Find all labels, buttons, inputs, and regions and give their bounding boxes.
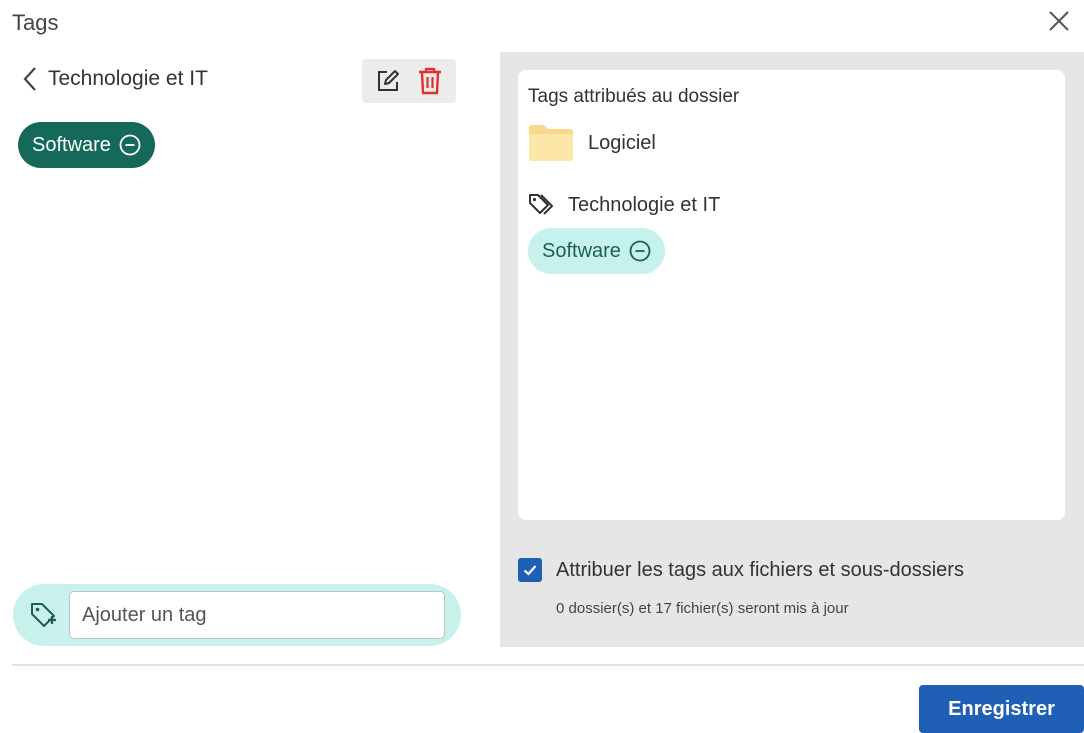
tag-plus-icon <box>31 603 56 627</box>
tag-chip-label: Software <box>542 239 621 262</box>
folder-icon <box>529 125 573 161</box>
apply-subitems-label: Attribuer les tags aux fichiers et sous-… <box>556 558 964 581</box>
edit-icon <box>378 70 399 91</box>
delete-button[interactable] <box>414 65 446 97</box>
close-icon <box>1049 11 1069 31</box>
add-tag-input[interactable] <box>69 591 445 639</box>
apply-subitems-row: Attribuer les tags aux fichiers et sous-… <box>518 558 964 582</box>
back-button[interactable]: Technologie et IT <box>22 66 208 92</box>
folder-name: Logiciel <box>588 131 656 154</box>
tag-category-pane: Technologie et IT Software <box>0 52 480 647</box>
save-button[interactable]: Enregistrer <box>919 685 1084 733</box>
chevron-left-icon <box>23 67 36 91</box>
category-name: Technologie et IT <box>568 193 721 216</box>
assigned-tag-chip-software[interactable]: Software <box>528 228 665 274</box>
dialog-title: Tags <box>12 10 59 35</box>
add-tag-button[interactable] <box>25 597 61 633</box>
folder-row: Logiciel <box>528 124 1055 162</box>
assigned-tags-card: Tags attribués au dossier Logiciel Techn… <box>518 70 1065 520</box>
update-count-note: 0 dossier(s) et 17 fichier(s) seront mis… <box>556 600 849 617</box>
close-button[interactable] <box>1046 8 1072 34</box>
apply-subitems-checkbox[interactable] <box>518 558 542 582</box>
footer-divider <box>12 664 1084 666</box>
category-actions <box>362 59 456 103</box>
category-title: Technologie et IT <box>48 67 208 90</box>
category-row: Technologie et IT <box>528 192 1055 218</box>
checkmark-icon <box>523 565 537 576</box>
tag-chip-label: Software <box>32 133 111 156</box>
trash-icon <box>419 67 441 95</box>
minus-circle-icon[interactable] <box>119 134 141 156</box>
tag-chip-software[interactable]: Software <box>18 122 155 168</box>
assigned-tags-pane: Tags attribués au dossier Logiciel Techn… <box>500 52 1084 647</box>
card-title: Tags attribués au dossier <box>528 86 740 107</box>
tags-icon <box>529 194 553 215</box>
minus-circle-icon[interactable] <box>629 240 651 262</box>
add-tag-bar <box>13 584 461 646</box>
edit-button[interactable] <box>372 65 404 97</box>
